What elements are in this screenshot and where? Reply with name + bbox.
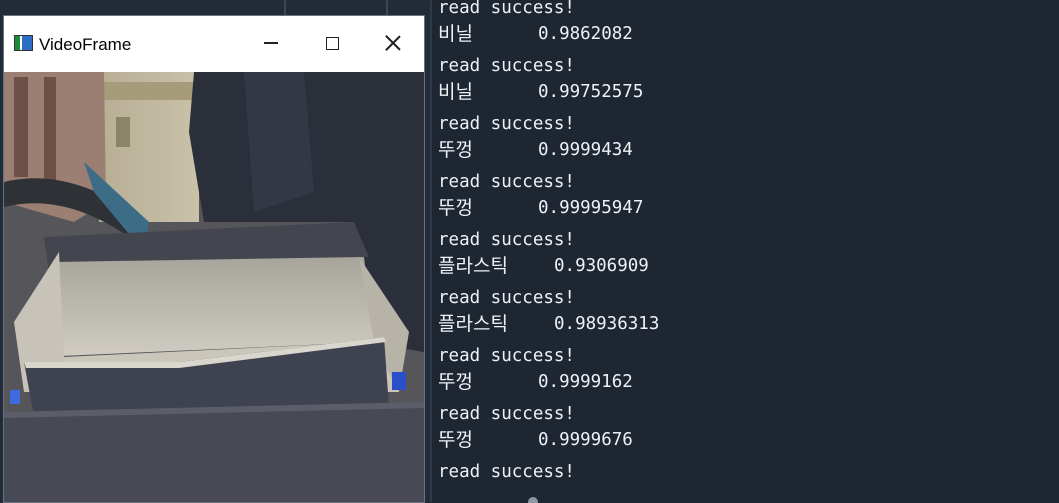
prediction-label: 비닐 <box>438 23 473 45</box>
console-line: read success! <box>438 230 575 250</box>
camera-feed <box>4 72 424 502</box>
prediction-score: 0.98936313 <box>554 314 660 334</box>
console-line: read success! <box>438 114 575 134</box>
prediction-score: 0.99752575 <box>538 82 644 102</box>
mouse-cursor <box>528 497 538 503</box>
maximize-button[interactable] <box>309 28 355 58</box>
desktop-divider <box>284 0 286 16</box>
prediction-line: 플라스틱 0.9306909 <box>438 252 649 281</box>
close-icon <box>385 35 401 51</box>
minimize-button[interactable] <box>248 28 294 58</box>
minimize-icon <box>264 42 278 44</box>
prediction-line: 뚜껑 0.9999434 <box>438 136 633 165</box>
console-line: read success! <box>438 56 575 76</box>
window-titlebar[interactable]: VideoFrame <box>4 16 424 72</box>
prediction-label: 뚜껑 <box>438 197 473 219</box>
prediction-label: 뚜껑 <box>438 139 473 161</box>
prediction-line: 뚜껑 0.9999676 <box>438 426 633 455</box>
prediction-line: 비닐 0.9862082 <box>438 20 633 49</box>
prediction-label: 플라스틱 <box>438 313 508 335</box>
video-frame-window[interactable]: VideoFrame <box>4 16 424 502</box>
maximize-icon <box>325 36 339 50</box>
prediction-line: 뚜껑 0.9999162 <box>438 368 633 397</box>
console-output[interactable]: read success! 비닐 0.9862082 read success! … <box>430 0 1059 503</box>
prediction-score: 0.9999434 <box>538 140 633 160</box>
prediction-label: 비닐 <box>438 81 473 103</box>
window-title: VideoFrame <box>39 35 132 54</box>
console-line: read success! <box>438 462 575 482</box>
prediction-line: 뚜껑 0.99995947 <box>438 194 643 223</box>
desktop-divider <box>386 0 388 16</box>
prediction-label: 플라스틱 <box>438 255 508 277</box>
prediction-score: 0.9999162 <box>538 372 633 392</box>
console-line: read success! <box>438 404 575 424</box>
console-line: read success! <box>438 172 575 192</box>
prediction-score: 0.9862082 <box>538 24 633 44</box>
console-line: read success! <box>438 288 575 308</box>
close-button[interactable] <box>370 28 416 58</box>
prediction-label: 뚜껑 <box>438 371 473 393</box>
camera-image <box>4 72 424 502</box>
app-icon <box>14 35 33 51</box>
prediction-label: 뚜껑 <box>438 429 473 451</box>
prediction-score: 0.99995947 <box>538 198 644 218</box>
console-line: read success! <box>438 346 575 366</box>
prediction-score: 0.9999676 <box>538 430 633 450</box>
prediction-score: 0.9306909 <box>554 256 649 276</box>
prediction-line: 플라스틱 0.98936313 <box>438 310 659 339</box>
prediction-line: 비닐 0.99752575 <box>438 78 643 107</box>
